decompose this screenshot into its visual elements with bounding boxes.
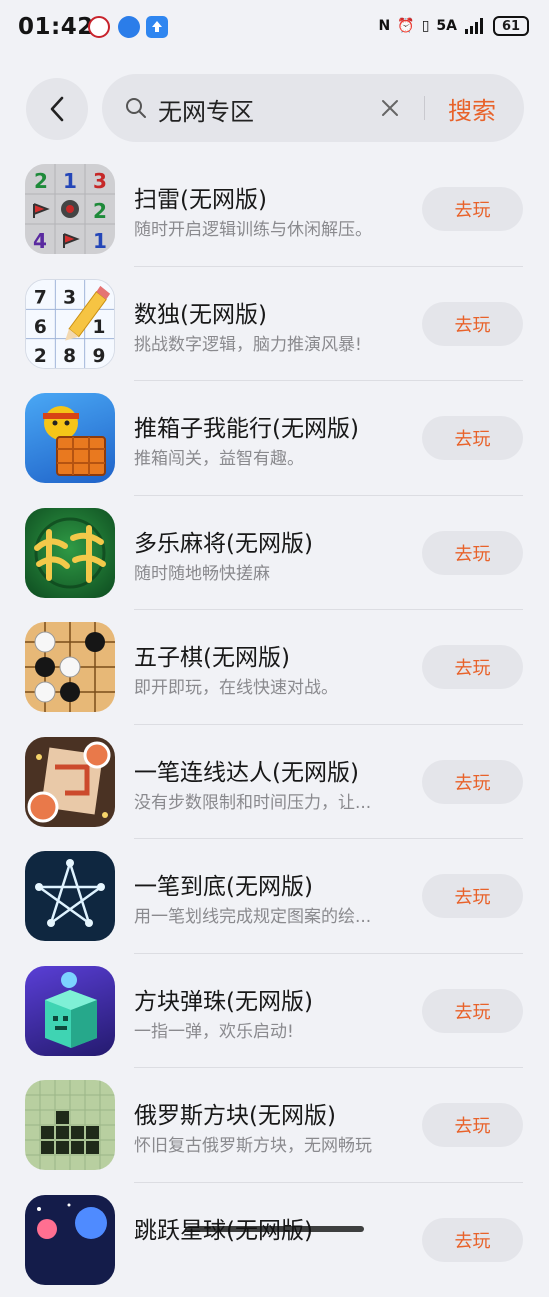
tetris-icon[interactable] bbox=[25, 1080, 115, 1170]
line-connect-icon[interactable] bbox=[25, 737, 115, 827]
svg-text:2: 2 bbox=[34, 346, 47, 367]
svg-text:1: 1 bbox=[92, 316, 105, 337]
list-item[interactable]: 跳跃星球(无网版) 去玩 bbox=[0, 1183, 549, 1297]
battery-indicator: 61 bbox=[493, 16, 529, 36]
jump-planet-icon[interactable] bbox=[25, 1195, 115, 1285]
list-item[interactable]: 俄罗斯方块(无网版) 怀旧复古俄罗斯方块，无网畅玩 去玩 bbox=[0, 1068, 549, 1183]
mahjong-icon[interactable] bbox=[25, 508, 115, 598]
clock: 01:42 bbox=[18, 14, 94, 40]
minesweeper-icon[interactable]: 2 1 3 2 4 1 bbox=[25, 164, 115, 254]
app-description: 随时随地畅快搓麻 bbox=[134, 559, 270, 584]
play-button[interactable]: 去玩 bbox=[422, 531, 523, 575]
list-item[interactable]: 7 3 6 1 2 8 9 数独(无网版) 挑战数字逻辑，脑力推演风暴! 去玩 bbox=[0, 267, 549, 382]
app-description: 即开即玩，在线快速对战。 bbox=[134, 673, 338, 698]
chevron-left-icon bbox=[47, 95, 67, 123]
app-title: 数独(无网版) bbox=[134, 295, 267, 329]
svg-text:9: 9 bbox=[92, 346, 105, 367]
play-button[interactable]: 去玩 bbox=[422, 416, 523, 460]
svg-text:2: 2 bbox=[93, 199, 107, 223]
app-title: 一笔连线达人(无网版) bbox=[134, 753, 359, 787]
svg-text:8: 8 bbox=[63, 346, 76, 367]
play-button[interactable]: 去玩 bbox=[422, 760, 523, 804]
list-item[interactable]: 方块弹珠(无网版) 一指一弹，欢乐启动! 去玩 bbox=[0, 954, 549, 1069]
app-title: 推箱子我能行(无网版) bbox=[134, 409, 359, 443]
search-bar[interactable]: 无网专区 搜索 bbox=[102, 74, 524, 142]
app-title: 一笔到底(无网版) bbox=[134, 867, 313, 901]
list-item[interactable]: 2 1 3 2 4 1 扫雷(无网版) 随时开启逻辑训练与休闲解压。 去玩 bbox=[0, 152, 549, 267]
play-button[interactable]: 去玩 bbox=[422, 874, 523, 918]
app-title: 扫雷(无网版) bbox=[134, 180, 267, 214]
play-button[interactable]: 去玩 bbox=[422, 989, 523, 1033]
signal-icon bbox=[464, 17, 486, 35]
home-indicator[interactable] bbox=[186, 1226, 364, 1232]
list-item[interactable]: 五子棋(无网版) 即开即玩，在线快速对战。 去玩 bbox=[0, 610, 549, 725]
app-title: 多乐麻将(无网版) bbox=[134, 524, 313, 558]
list-item[interactable]: 推箱子我能行(无网版) 推箱闯关，益智有趣。 去玩 bbox=[0, 381, 549, 496]
list-item[interactable]: 多乐麻将(无网版) 随时随地畅快搓麻 去玩 bbox=[0, 496, 549, 611]
play-button[interactable]: 去玩 bbox=[422, 302, 523, 346]
svg-text:3: 3 bbox=[63, 287, 76, 308]
back-button[interactable] bbox=[26, 78, 88, 140]
network-type: 5A bbox=[436, 18, 457, 34]
search-input[interactable]: 无网专区 bbox=[158, 92, 254, 127]
one-stroke-icon[interactable] bbox=[25, 851, 115, 941]
app-description: 一指一弹，欢乐启动! bbox=[134, 1017, 294, 1042]
alarm-icon: ⏰ bbox=[397, 18, 414, 34]
bank-app-icon bbox=[88, 16, 110, 38]
search-button[interactable]: 搜索 bbox=[448, 91, 496, 126]
svg-text:4: 4 bbox=[33, 229, 47, 253]
list-item[interactable]: 一笔到底(无网版) 用一笔划线完成规定图案的绘... 去玩 bbox=[0, 839, 549, 954]
browser-app-icon bbox=[118, 16, 140, 38]
list-item[interactable]: 一笔连线达人(无网版) 没有步数限制和时间压力，让... 去玩 bbox=[0, 725, 549, 840]
block-ball-icon[interactable] bbox=[25, 966, 115, 1056]
app-description: 挑战数字逻辑，脑力推演风暴! bbox=[134, 330, 362, 355]
svg-text:3: 3 bbox=[93, 169, 107, 193]
vibrate-icon: ▯ bbox=[422, 18, 430, 34]
app-description: 没有步数限制和时间压力，让... bbox=[134, 788, 371, 813]
app-description: 怀旧复古俄罗斯方块，无网畅玩 bbox=[134, 1131, 372, 1156]
play-button[interactable]: 去玩 bbox=[422, 187, 523, 231]
svg-text:1: 1 bbox=[63, 169, 77, 193]
svg-text:6: 6 bbox=[34, 316, 47, 337]
app-description: 推箱闯关，益智有趣。 bbox=[134, 444, 304, 469]
sokoban-icon[interactable] bbox=[25, 393, 115, 483]
app-list: 2 1 3 2 4 1 扫雷(无网版) 随时开启逻辑训练与休闲解压。 去玩 7 … bbox=[0, 152, 549, 1297]
app-description: 用一笔划线完成规定图案的绘... bbox=[134, 902, 371, 927]
search-divider bbox=[424, 96, 425, 120]
status-bar: 01:42 N ⏰ ▯ 5A 61 bbox=[0, 0, 549, 58]
search-icon bbox=[124, 96, 148, 120]
svg-text:1: 1 bbox=[93, 229, 107, 253]
app-title: 俄罗斯方块(无网版) bbox=[134, 1096, 336, 1130]
status-indicators: N ⏰ ▯ 5A 61 bbox=[379, 16, 529, 36]
svg-text:7: 7 bbox=[34, 287, 47, 308]
play-button[interactable]: 去玩 bbox=[422, 645, 523, 689]
app-title: 五子棋(无网版) bbox=[134, 638, 290, 672]
gomoku-icon[interactable] bbox=[25, 622, 115, 712]
svg-text:2: 2 bbox=[34, 169, 48, 193]
app-title: 方块弹珠(无网版) bbox=[134, 982, 313, 1016]
sudoku-icon[interactable]: 7 3 6 1 2 8 9 bbox=[25, 279, 115, 369]
upload-app-icon bbox=[146, 16, 168, 38]
play-button[interactable]: 去玩 bbox=[422, 1103, 523, 1147]
app-description: 随时开启逻辑训练与休闲解压。 bbox=[134, 215, 372, 240]
play-button[interactable]: 去玩 bbox=[422, 1218, 523, 1262]
nfc-icon: N bbox=[379, 18, 391, 34]
clear-icon[interactable] bbox=[378, 96, 402, 120]
